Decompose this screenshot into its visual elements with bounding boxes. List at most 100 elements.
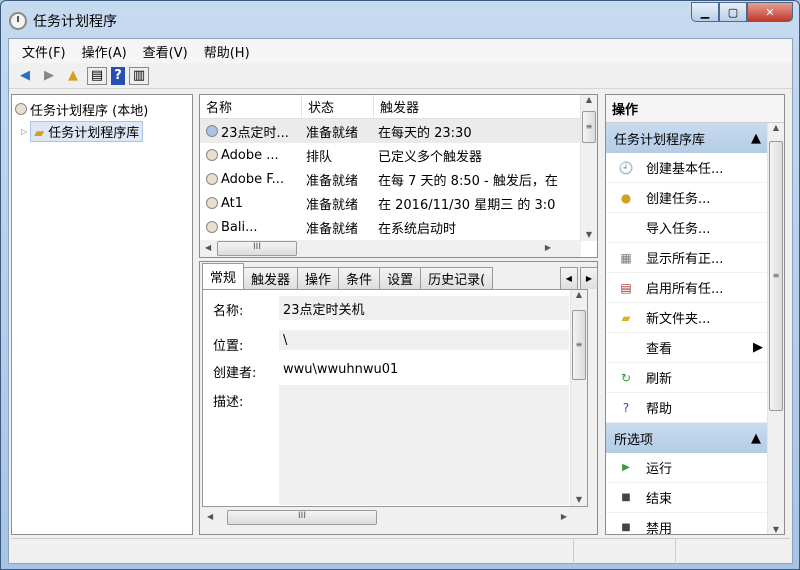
task-status: 准备就绪	[306, 197, 359, 213]
detail-vertical-scrollbar[interactable]: ▲ ≡ ▼	[570, 290, 587, 506]
end-icon: ■	[621, 492, 631, 503]
column-trigger[interactable]: 触发器	[374, 95, 581, 118]
action-item[interactable]: ↻ 刷新	[606, 363, 769, 393]
collapse-icon[interactable]: ▲	[751, 431, 761, 446]
action-item[interactable]: ▤ 启用所有任...	[606, 273, 769, 303]
action-label: 刷新	[646, 372, 673, 387]
table-row[interactable]: At1 准备就绪 在 2016/11/30 星期三 的 3:0	[200, 191, 597, 215]
action-item[interactable]: ? 帮助	[606, 393, 769, 423]
task-list: 名称 状态 触发器 23点定时... 准备就绪 在每天的 23:30 Adobe ..…	[199, 94, 598, 258]
name-field[interactable]: 23点定时关机	[279, 296, 569, 320]
detail-horizontal-scrollbar[interactable]: ◀ III ▶	[202, 509, 572, 526]
tab-history[interactable]: 历史记录(	[420, 267, 494, 289]
action-item[interactable]: ▶ 运行	[606, 453, 769, 483]
window-title: 任务计划程序	[33, 14, 117, 30]
task-clock-icon	[206, 173, 218, 185]
location-label: 位置:	[213, 339, 244, 354]
table-row[interactable]: Adobe F... 准备就绪 在每 7 天的 8:50 - 触发后，在	[200, 167, 597, 191]
show-running-icon: ▦	[620, 250, 632, 265]
task-status: 准备就绪	[306, 221, 359, 237]
action-item[interactable]: 🕘 创建基本任...	[606, 153, 769, 183]
actions-vertical-scrollbar[interactable]: ▲ ≡ ▼	[767, 123, 784, 534]
action-item[interactable]: 查看 ▶	[606, 333, 769, 363]
task-detail-panel: 常规 触发器 操作 条件 设置 历史记录( ◀ ▶ 名称: 23点定时关机 位置: \ 创…	[199, 261, 598, 535]
task-trigger: 在每 7 天的 8:50 - 触发后，在	[378, 173, 558, 189]
section-selected[interactable]: 所选项 ▲	[606, 423, 769, 453]
task-status: 准备就绪	[306, 173, 359, 189]
navigation-tree: 任务计划程序 (本地) ▷ ▰ 任务计划程序库	[11, 94, 193, 535]
forward-arrow-icon[interactable]: ▶	[39, 67, 59, 85]
column-name[interactable]: 名称	[200, 95, 302, 118]
show-action-pane-icon[interactable]: ▥	[129, 66, 149, 85]
task-name: Adobe F...	[221, 171, 285, 187]
task-name: Bali...	[221, 219, 258, 235]
create-basic-task-icon: 🕘	[618, 160, 634, 175]
action-label: 创建任务...	[646, 192, 711, 207]
author-label: 创建者:	[213, 366, 257, 381]
tree-item-label: 任务计划程序库	[48, 125, 140, 141]
table-row[interactable]: Bali... 准备就绪 在系统启动时	[200, 215, 597, 239]
run-icon: ▶	[622, 462, 630, 473]
task-status: 排队	[306, 149, 333, 165]
minimize-button[interactable]: ▁	[691, 2, 719, 22]
list-horizontal-scrollbar[interactable]: ◀ III ▶	[200, 240, 581, 257]
table-row[interactable]: 23点定时... 准备就绪 在每天的 23:30	[200, 119, 597, 143]
section-library[interactable]: 任务计划程序库 ▲	[606, 123, 769, 153]
author-field[interactable]: wwu\wwuhnwu01	[279, 357, 569, 381]
new-folder-icon: ▰	[621, 310, 631, 325]
task-clock-icon	[206, 197, 218, 209]
maximize-button[interactable]: ▢	[719, 2, 747, 22]
task-trigger: 已定义多个触发器	[378, 149, 483, 165]
show-tree-icon[interactable]: ▤	[87, 66, 107, 85]
task-clock-icon	[206, 221, 218, 233]
task-trigger: 在每天的 23:30	[378, 125, 472, 141]
tab-general[interactable]: 常规	[202, 263, 245, 289]
action-label: 导入任务...	[646, 222, 711, 237]
refresh-icon: ↻	[620, 370, 632, 385]
action-item[interactable]: ▦ 显示所有正...	[606, 243, 769, 273]
menu-action[interactable]: 操作(A)	[75, 42, 134, 61]
column-status[interactable]: 状态	[302, 95, 374, 118]
task-name: 23点定时...	[221, 125, 289, 141]
action-label: 查看	[646, 342, 673, 357]
location-field[interactable]: \	[279, 330, 569, 350]
description-field[interactable]	[279, 385, 569, 505]
action-label: 显示所有正...	[646, 252, 724, 267]
tree-root[interactable]: 任务计划程序 (本地)	[15, 98, 189, 120]
action-item[interactable]: ▰ 新文件夹...	[606, 303, 769, 333]
enable-history-icon: ▤	[620, 280, 632, 295]
tab-conditions[interactable]: 条件	[338, 267, 381, 289]
action-label: 帮助	[646, 402, 673, 417]
table-row[interactable]: Adobe ... 排队 已定义多个触发器	[200, 143, 597, 167]
expand-icon[interactable]: ▷	[21, 127, 27, 136]
task-name: Adobe ...	[221, 147, 279, 163]
action-item[interactable]: 导入任务...	[606, 213, 769, 243]
up-folder-icon[interactable]: ▲	[63, 67, 83, 85]
action-item[interactable]: ■ 禁用	[606, 513, 769, 534]
toolbar: ◀ ▶ ▲ ▤ ? ▥	[9, 63, 792, 89]
create-task-icon: ●	[620, 190, 632, 205]
help-icon[interactable]: ?	[111, 66, 125, 85]
back-arrow-icon[interactable]: ◀	[15, 67, 35, 85]
tab-triggers[interactable]: 触发器	[243, 267, 299, 289]
menu-help[interactable]: 帮助(H)	[197, 42, 257, 61]
tab-scroll-right[interactable]: ▶	[579, 267, 598, 289]
clock-icon	[9, 12, 27, 30]
action-label: 新文件夹...	[646, 312, 711, 327]
list-vertical-scrollbar[interactable]: ▲ ≡ ▼	[580, 95, 597, 241]
task-trigger: 在 2016/11/30 星期三 的 3:0	[378, 197, 556, 213]
collapse-icon[interactable]: ▲	[751, 131, 761, 146]
tab-settings[interactable]: 设置	[379, 267, 422, 289]
title-bar: 任务计划程序	[9, 9, 117, 33]
menu-bar: 文件(F) 操作(A) 查看(V) 帮助(H)	[9, 39, 792, 63]
action-item[interactable]: ■ 结束	[606, 483, 769, 513]
tab-scroll-left[interactable]: ◀	[559, 267, 578, 289]
menu-view[interactable]: 查看(V)	[136, 42, 195, 61]
tab-actions[interactable]: 操作	[297, 267, 340, 289]
general-tab-content: 名称: 23点定时关机 位置: \ 创建者: wwu\wwuhnwu01 描述:…	[202, 289, 588, 507]
menu-file[interactable]: 文件(F)	[15, 42, 73, 61]
close-button[interactable]: ✕	[747, 2, 793, 22]
tree-item-library[interactable]: ▰ 任务计划程序库	[30, 120, 144, 142]
window: 任务计划程序 ▁ ▢ ✕ 文件(F) 操作(A) 查看(V) 帮助(H) ◀ ▶…	[0, 0, 800, 570]
action-item[interactable]: ● 创建任务...	[606, 183, 769, 213]
